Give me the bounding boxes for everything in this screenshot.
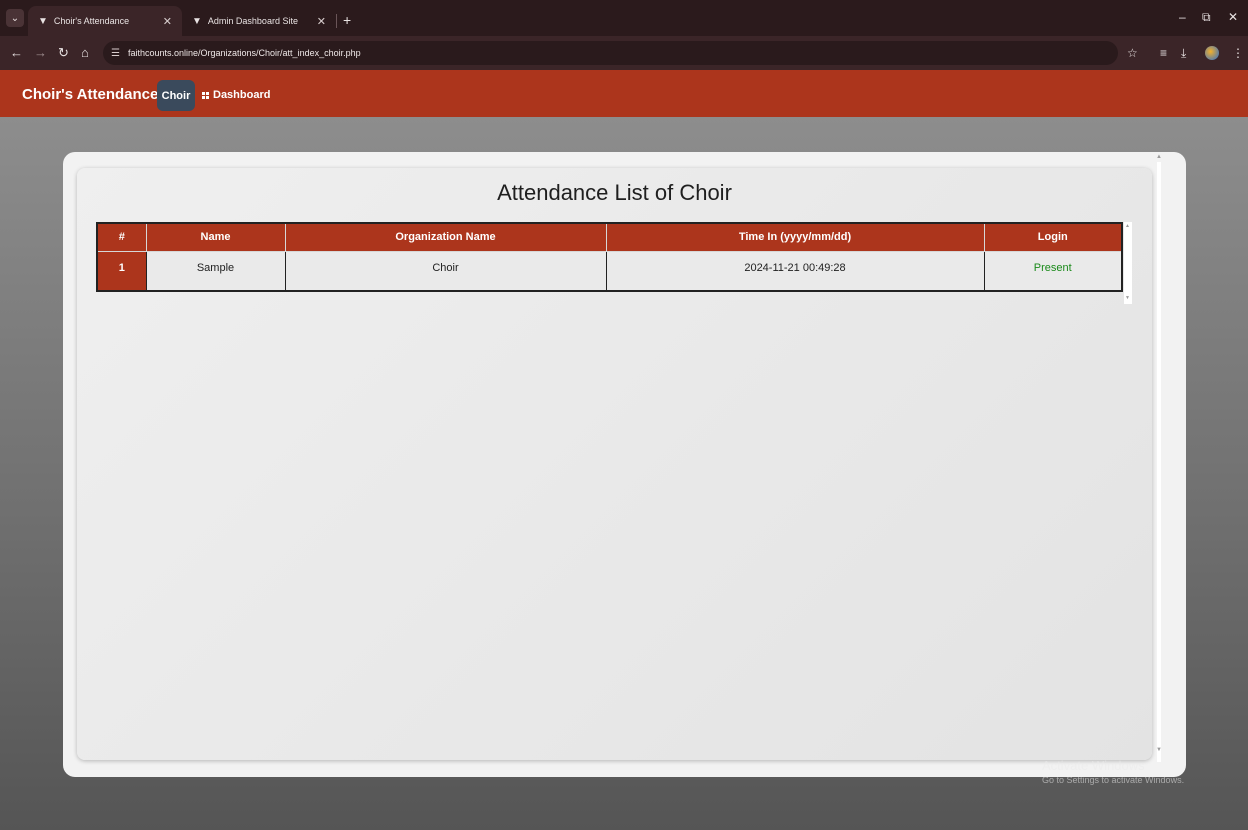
attendance-table: # Name Organization Name Time In (yyyy/m… — [96, 222, 1123, 292]
column-header-time-in: Time In (yyyy/mm/dd) — [605, 222, 985, 252]
tab-search-chevron-down-icon[interactable]: ⌄ — [6, 9, 24, 27]
brand-title[interactable]: Choir's Attendance — [22, 86, 158, 103]
panel-scrollbar[interactable]: ▲ ▼ — [1155, 152, 1165, 772]
scroll-down-icon[interactable]: ▼ — [1125, 295, 1130, 301]
page-title: Attendance List of Choir — [497, 180, 732, 205]
new-tab-plus-icon[interactable]: + — [343, 12, 351, 28]
restore-icon[interactable]: ⧉ — [1202, 10, 1211, 25]
reload-icon[interactable]: ↻ — [58, 45, 69, 61]
kebab-menu-icon[interactable]: ⋮ — [1232, 46, 1244, 60]
activate-windows-watermark: Activate Windows Go to Settings to activ… — [1042, 758, 1184, 785]
close-icon[interactable]: ✕ — [163, 15, 172, 28]
browser-toolbar: ← → ↻ ⌂ ☰ faithcounts.online/Organizatio… — [0, 36, 1248, 70]
cell-time-in: 2024-11-21 00:49:28 — [605, 250, 985, 292]
tab-title: Admin Dashboard Site — [207, 16, 298, 26]
arrow-right-icon[interactable]: → — [34, 45, 47, 60]
watermark-subtitle: Go to Settings to activate Windows. — [1042, 775, 1185, 785]
browser-tab-active[interactable]: ▼ Choir's Attendance ✕ — [28, 6, 182, 36]
tune-icon[interactable]: ☰ — [111, 48, 120, 59]
close-window-icon[interactable]: ✕ — [1228, 10, 1238, 24]
star-icon[interactable]: ☆ — [1127, 46, 1138, 60]
address-bar[interactable]: ☰ faithcounts.online/Organizations/Choir… — [103, 41, 1118, 65]
column-header-name: Name — [145, 222, 286, 252]
page-background: Attendance List of Choir # Name Organiza… — [0, 117, 1248, 830]
cell-login-status: Present — [983, 250, 1123, 292]
cell-number: 1 — [96, 250, 147, 292]
scroll-up-icon[interactable]: ▲ — [1125, 223, 1130, 229]
filter-icon[interactable]: ≡ — [1160, 46, 1167, 60]
watermark-title: Activate Windows — [1042, 758, 1145, 773]
tab-divider — [336, 14, 337, 28]
minimize-icon[interactable]: – — [1179, 10, 1186, 24]
triangle-logo-icon: ▼ — [192, 15, 202, 27]
triangle-logo-icon: ▼ — [38, 15, 48, 27]
close-icon[interactable]: ✕ — [317, 15, 326, 28]
scroll-down-icon[interactable]: ▼ — [1156, 747, 1162, 753]
cell-name: Sample — [145, 250, 286, 292]
cell-organization: Choir — [284, 250, 607, 292]
attendance-card: Attendance List of Choir # Name Organiza… — [77, 168, 1152, 760]
avatar-icon[interactable] — [1205, 46, 1219, 60]
content-panel: Attendance List of Choir # Name Organiza… — [63, 152, 1186, 777]
nav-item-dashboard[interactable]: Dashboard — [202, 89, 270, 101]
attendance-table-container: # Name Organization Name Time In (yyyy/m… — [96, 222, 1132, 304]
column-header-organization: Organization Name — [284, 222, 607, 252]
app-navbar: Choir's Attendance Choir Dashboard — [0, 70, 1248, 117]
table-scrollbar[interactable]: ▲ ▼ — [1124, 222, 1132, 304]
column-header-login: Login — [983, 222, 1123, 252]
column-header-number: # — [96, 222, 147, 252]
tab-title: Choir's Attendance — [53, 16, 130, 26]
browser-tab[interactable]: ▼ Admin Dashboard Site ✕ — [182, 6, 336, 36]
download-icon[interactable]: ⤓ — [1181, 46, 1186, 61]
url-text: faithcounts.online/Organizations/Choir/a… — [127, 48, 361, 58]
browser-tab-bar: ⌄ ▼ Choir's Attendance ✕ ▼ Admin Dashboa… — [0, 0, 1248, 36]
nav-item-choir[interactable]: Choir — [157, 80, 195, 111]
nav-item-dashboard-label: Dashboard — [213, 89, 271, 101]
table-row: 1 Sample Choir 2024-11-21 00:49:28 Prese… — [96, 250, 1123, 292]
scrollbar-track[interactable] — [1157, 162, 1161, 762]
grid-icon — [202, 91, 209, 99]
home-icon[interactable]: ⌂ — [81, 45, 89, 60]
table-header-row: # Name Organization Name Time In (yyyy/m… — [96, 222, 1123, 252]
arrow-left-icon[interactable]: ← — [10, 45, 23, 60]
scroll-up-icon[interactable]: ▲ — [1156, 154, 1162, 160]
